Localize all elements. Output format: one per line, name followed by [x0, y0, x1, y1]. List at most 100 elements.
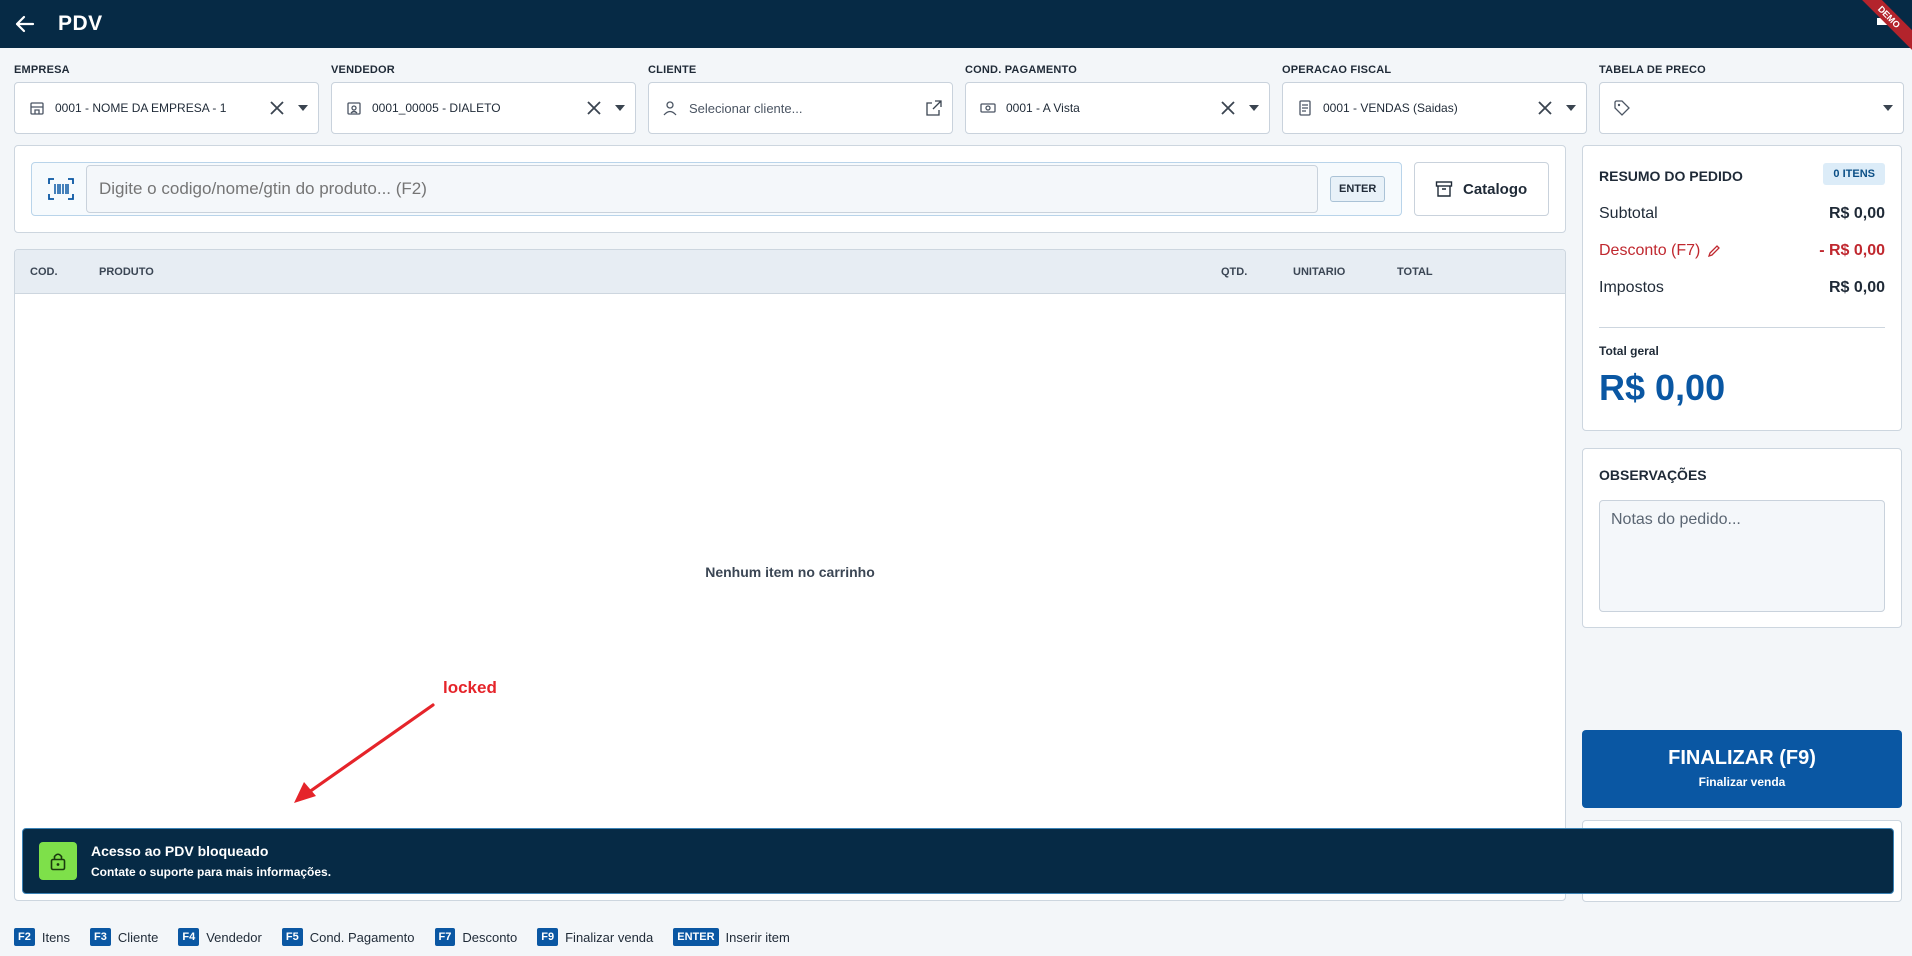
- shortcut-key: F3: [90, 928, 111, 946]
- filter-label: COND. PAGAMENTO: [965, 64, 1077, 76]
- shortcut-desconto[interactable]: F7 Desconto: [434, 928, 518, 946]
- tag-icon: [1614, 100, 1630, 116]
- filters-row: EMPRESA 0001 - NOME DA EMPRESA - 1 VENDE…: [14, 64, 1904, 134]
- shortcut-key: ENTER: [673, 928, 719, 946]
- shortcut-cliente[interactable]: F3 Cliente: [90, 928, 158, 946]
- shortcut-inserir[interactable]: ENTER Inserir item: [673, 928, 790, 946]
- taxes-value: R$ 0,00: [1828, 279, 1885, 296]
- discount-edit[interactable]: Desconto (F7): [1599, 242, 1721, 260]
- vendedor-value: 0001_00005 - DIALETO: [372, 101, 501, 115]
- shortcut-label: Desconto: [462, 929, 518, 945]
- pencil-icon[interactable]: [1707, 244, 1721, 258]
- operacao-fiscal-select[interactable]: 0001 - VENDAS (Saidas): [1282, 82, 1587, 134]
- id-badge-icon: [347, 102, 361, 115]
- back-arrow-icon[interactable]: [12, 11, 38, 37]
- product-search-input[interactable]: [86, 165, 1318, 213]
- column-qtd: QTD.: [1221, 266, 1248, 278]
- column-produto: PRODUTO: [99, 266, 154, 278]
- cash-icon: [980, 103, 996, 113]
- filter-label: CLIENTE: [648, 64, 697, 76]
- shortcut-label: Cond. Pagamento: [309, 929, 415, 945]
- empresa-select[interactable]: 0001 - NOME DA EMPRESA - 1: [14, 82, 319, 134]
- cliente-select[interactable]: Selecionar cliente...: [648, 82, 953, 134]
- discount-row: Desconto (F7) - R$ 0,00: [1599, 242, 1885, 260]
- cart-table: COD. PRODUTO QTD. UNITARIO TOTAL Nenhum …: [14, 249, 1566, 901]
- shortcut-vendedor[interactable]: F4 Vendedor: [178, 928, 262, 946]
- chevron-down-icon[interactable]: [1883, 105, 1893, 111]
- clear-icon[interactable]: [1536, 99, 1554, 117]
- tabela-preco-select[interactable]: [1599, 82, 1904, 134]
- shortcut-key: F5: [281, 928, 303, 946]
- operacao-fiscal-value: 0001 - VENDAS (Saidas): [1323, 101, 1458, 115]
- shortcut-key: F4: [178, 928, 200, 946]
- empresa-value: 0001 - NOME DA EMPRESA - 1: [55, 101, 227, 115]
- external-link-icon[interactable]: [926, 100, 942, 116]
- filter-label: VENDEDOR: [331, 64, 395, 76]
- shortcut-label: Finalizar venda: [565, 929, 654, 945]
- shortcut-key: F9: [537, 928, 559, 946]
- clear-icon[interactable]: [1219, 99, 1237, 117]
- shortcut-cond-pagamento[interactable]: F5 Cond. Pagamento: [281, 928, 415, 946]
- barcode-icon[interactable]: [48, 178, 74, 200]
- product-search-card: ENTER Catalogo: [14, 145, 1566, 233]
- lock-message: Contate o suporte para mais informações.: [91, 865, 332, 879]
- cond-pagamento-value: 0001 - A Vista: [1006, 101, 1080, 115]
- shortcut-label: Vendedor: [206, 929, 262, 945]
- pdv-locked-banner: Acesso ao PDV bloqueado Contate o suport…: [22, 828, 1894, 894]
- finalize-sublabel: Finalizar venda: [1698, 775, 1786, 789]
- lock-icon: [39, 842, 77, 880]
- discount-label: Desconto (F7): [1599, 242, 1701, 259]
- top-bar: PDV DEMO: [0, 0, 1912, 54]
- order-summary: RESUMO DO PEDIDO 0 ITENS Subtotal R$ 0,0…: [1582, 145, 1902, 431]
- shortcut-label: Cliente: [117, 929, 159, 945]
- summary-title: RESUMO DO PEDIDO: [1599, 168, 1743, 184]
- annotation-label: locked: [443, 678, 497, 697]
- column-total: TOTAL: [1397, 266, 1433, 278]
- shortcut-itens[interactable]: F2 Itens: [14, 928, 70, 946]
- shortcut-key: F7: [434, 928, 456, 946]
- shortcut-finalizar[interactable]: F9 Finalizar venda: [537, 928, 653, 946]
- cond-pagamento-select[interactable]: 0001 - A Vista: [965, 82, 1270, 134]
- filter-empresa: EMPRESA 0001 - NOME DA EMPRESA - 1: [14, 64, 319, 134]
- filter-tabela-preco: TABELA DE PRECO: [1599, 64, 1904, 134]
- shortcut-label: Inserir item: [725, 929, 790, 945]
- receipt-icon: [1299, 100, 1311, 116]
- lock-texts: Acesso ao PDV bloqueado Contate o suport…: [91, 843, 331, 879]
- items-count-badge: 0 ITENS: [1823, 163, 1885, 185]
- enter-button[interactable]: ENTER: [1330, 176, 1386, 202]
- observations-card: OBSERVAÇÕES: [1582, 448, 1902, 628]
- filter-cond-pagamento: COND. PAGAMENTO 0001 - A Vista: [965, 64, 1270, 134]
- clear-icon[interactable]: [585, 99, 603, 117]
- total-label: Total geral: [1599, 344, 1659, 358]
- chevron-down-icon[interactable]: [615, 105, 625, 111]
- filter-cliente: CLIENTE Selecionar cliente...: [648, 64, 953, 134]
- divider: [1599, 327, 1885, 328]
- lock-title: Acesso ao PDV bloqueado: [91, 843, 269, 859]
- filter-label: OPERACAO FISCAL: [1282, 64, 1392, 76]
- chevron-down-icon[interactable]: [1249, 105, 1259, 111]
- store-icon: [30, 102, 44, 115]
- shortcut-label: Itens: [41, 929, 71, 945]
- total-value: R$ 0,00: [1599, 367, 1726, 408]
- filter-label: EMPRESA: [14, 64, 70, 76]
- product-search-bar: ENTER: [31, 162, 1402, 216]
- page-title: PDV: [58, 12, 103, 35]
- column-cod: COD.: [30, 266, 58, 278]
- finalize-label: FINALIZAR (F9): [1668, 747, 1816, 769]
- chevron-down-icon[interactable]: [298, 105, 308, 111]
- clear-icon[interactable]: [268, 99, 286, 117]
- subtotal-label: Subtotal: [1599, 205, 1658, 222]
- cliente-placeholder: Selecionar cliente...: [689, 100, 803, 116]
- subtotal-row: Subtotal R$ 0,00: [1599, 205, 1885, 223]
- filter-operacao-fiscal: OPERACAO FISCAL 0001 - VENDAS (Saidas): [1282, 64, 1587, 134]
- shortcut-key: F2: [14, 928, 35, 946]
- cart-table-header: COD. PRODUTO QTD. UNITARIO TOTAL: [15, 250, 1565, 294]
- catalog-button[interactable]: Catalogo: [1414, 162, 1549, 216]
- annotation-arrow-icon: [294, 703, 435, 803]
- chevron-down-icon[interactable]: [1566, 105, 1576, 111]
- catalog-label: Catalogo: [1463, 180, 1528, 198]
- finalize-button[interactable]: FINALIZAR (F9) Finalizar venda: [1582, 730, 1902, 808]
- vendedor-select[interactable]: 0001_00005 - DIALETO: [331, 82, 636, 134]
- observations-title: OBSERVAÇÕES: [1599, 467, 1707, 483]
- order-notes-textarea[interactable]: [1599, 500, 1885, 612]
